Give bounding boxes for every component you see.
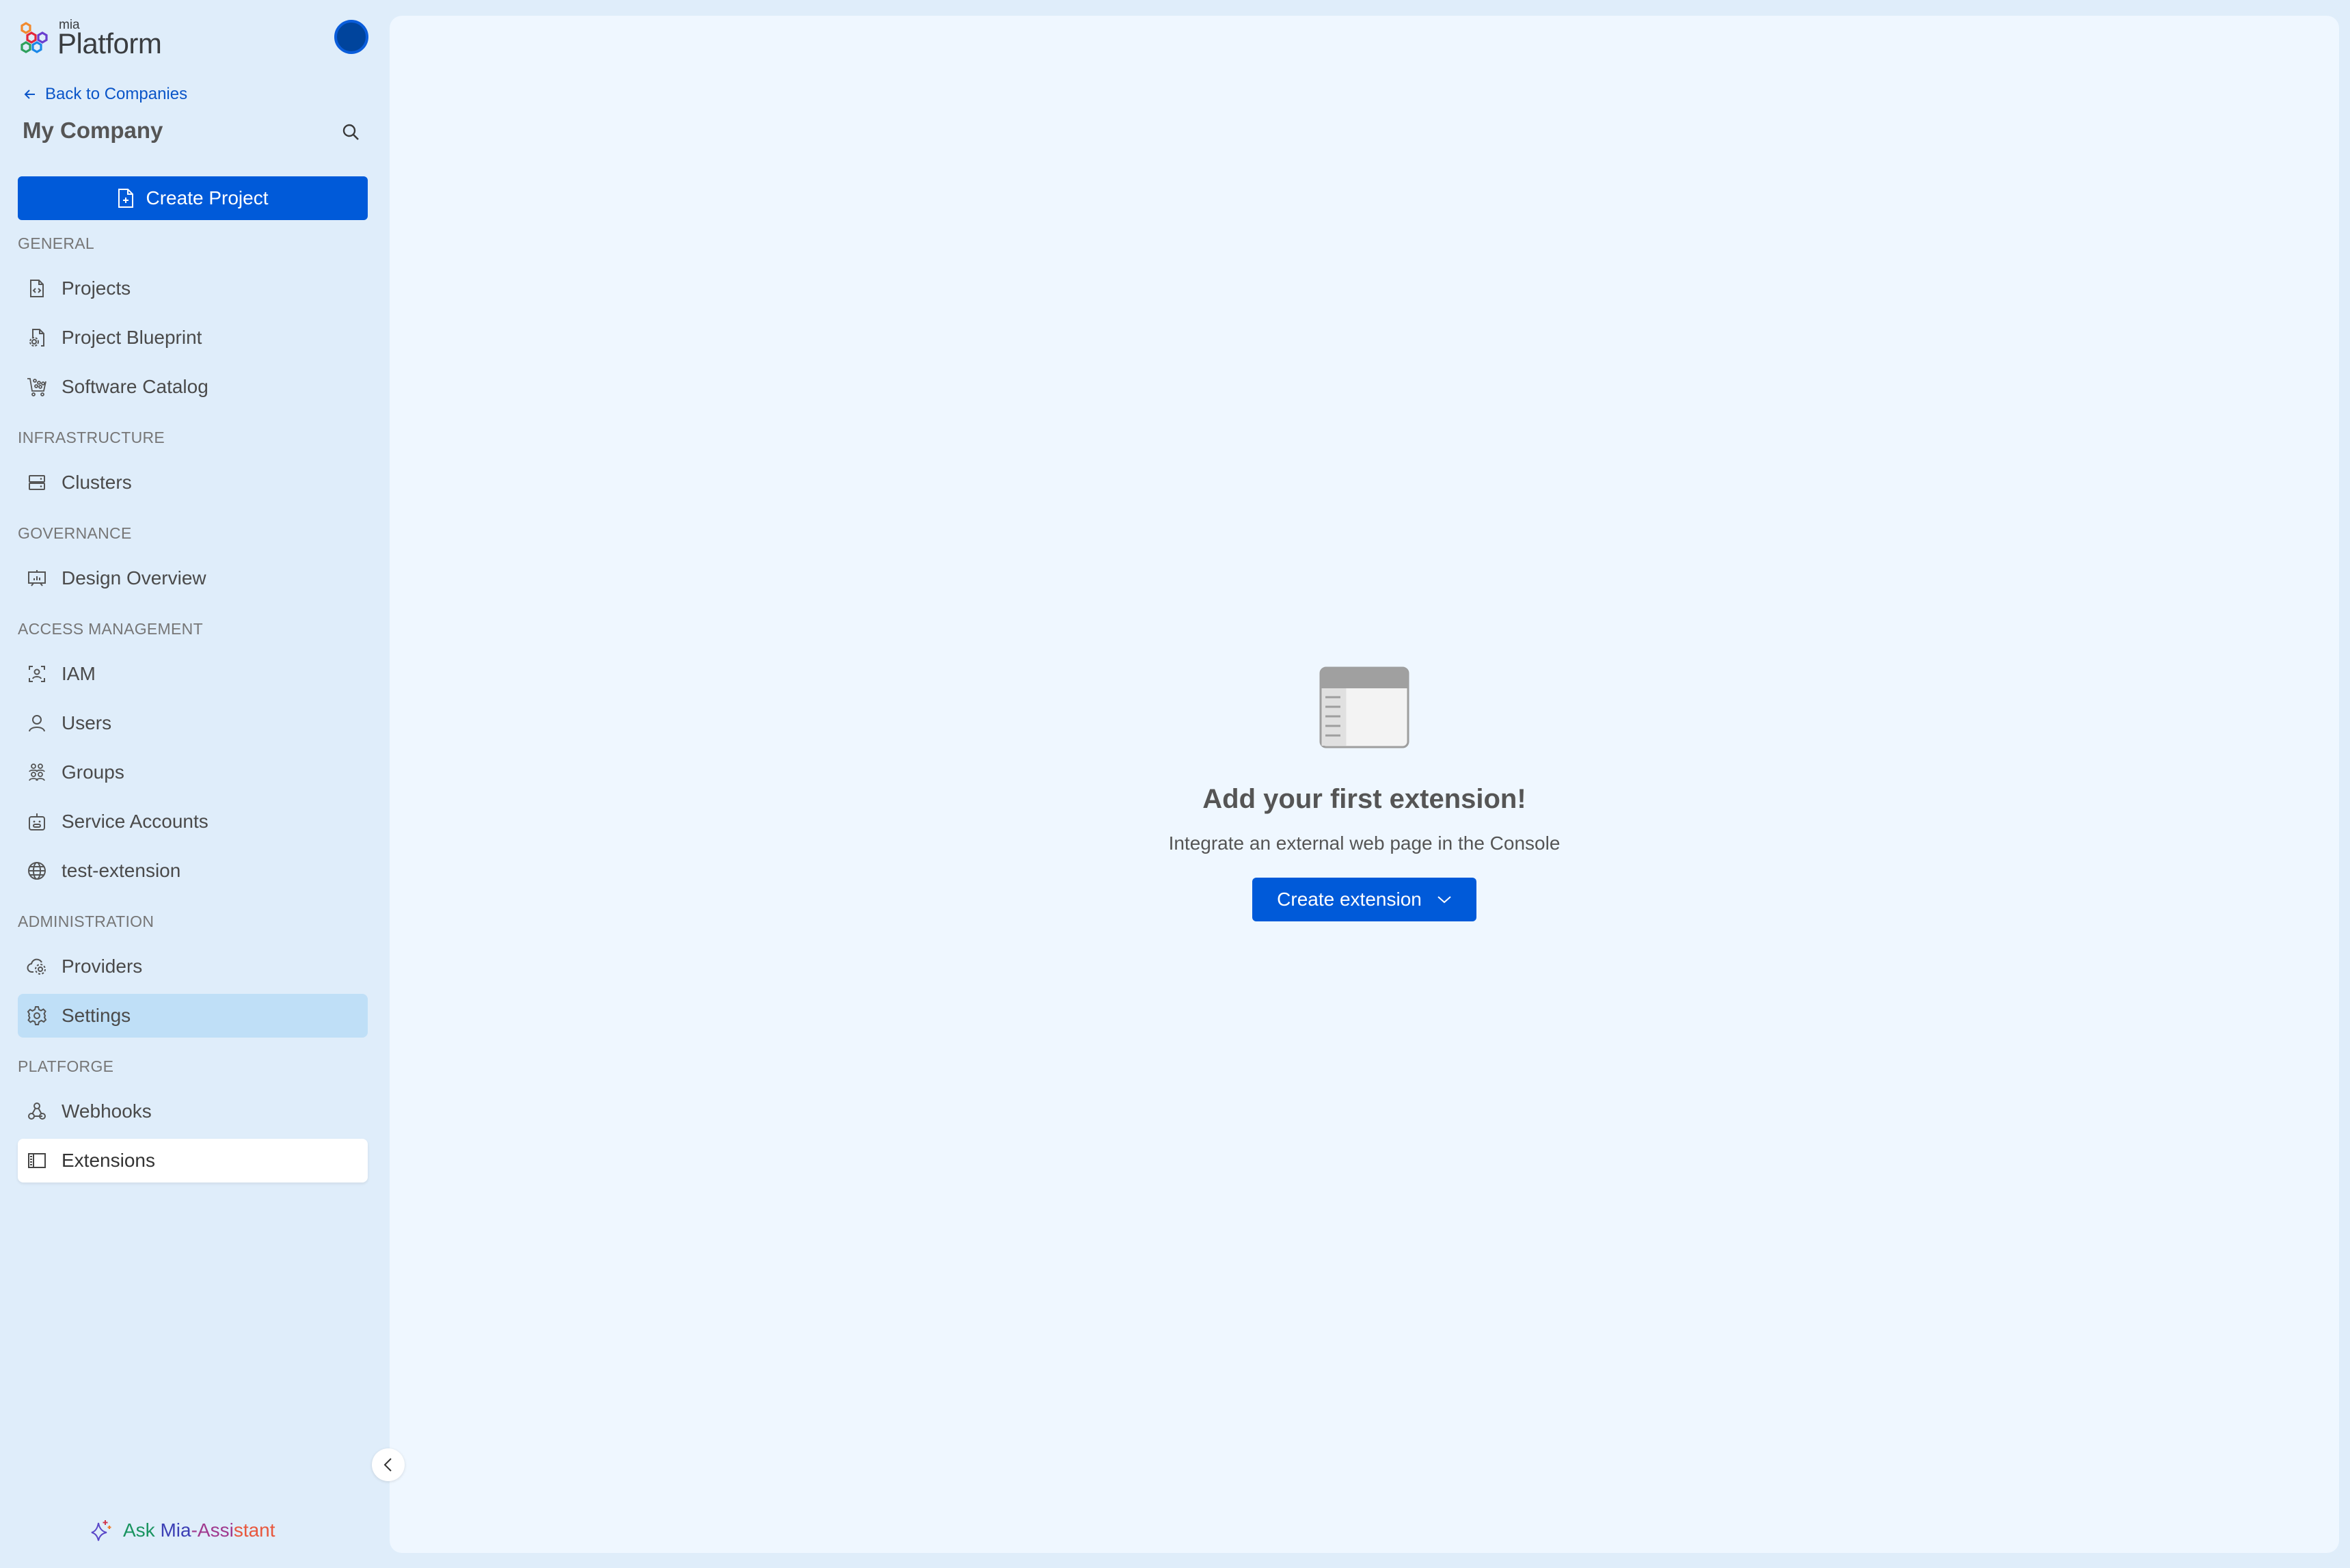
section-governance: GOVERNANCE	[18, 524, 132, 542]
sparkle-icon	[91, 1520, 111, 1541]
empty-state: Add your first extension! Integrate an e…	[390, 666, 2339, 921]
ask-mia-assistant-button[interactable]: Ask Mia-Assistant	[90, 1519, 275, 1542]
arrow-left-icon	[24, 90, 35, 99]
sidebar-item-label: Projects	[62, 278, 131, 299]
users-group-icon	[26, 761, 48, 783]
file-code-icon	[26, 278, 48, 299]
create-extension-button[interactable]: Create extension	[1252, 878, 1476, 921]
cloud-gear-icon	[26, 956, 48, 977]
section-access-management: ACCESS MANAGEMENT	[18, 620, 203, 638]
sidebar-item-projects[interactable]: Projects	[18, 267, 368, 310]
sidebar-item-webhooks[interactable]: Webhooks	[18, 1090, 368, 1133]
section-infrastructure: INFRASTRUCTURE	[18, 429, 165, 446]
back-to-companies-link[interactable]: Back to Companies	[23, 85, 187, 104]
section-administration: ADMINISTRATION	[18, 913, 154, 930]
sidebar-item-project-blueprint[interactable]: Project Blueprint	[18, 316, 368, 360]
assistant-label-part: -Assi	[191, 1519, 234, 1541]
gear-icon	[26, 1005, 48, 1027]
robot-icon	[26, 811, 48, 833]
server-icon	[26, 472, 48, 494]
assistant-label-part: Mia	[160, 1519, 191, 1541]
sidebar-item-providers[interactable]: Providers	[18, 945, 368, 988]
sidebar-item-label: Clusters	[62, 472, 132, 493]
file-plus-icon	[118, 189, 133, 208]
assistant-label-part: stant	[233, 1519, 275, 1541]
sidebar-item-label: Project Blueprint	[62, 327, 202, 348]
sidebar-item-label: Settings	[62, 1005, 131, 1026]
hexagon-logo-icon	[21, 22, 48, 53]
company-name: My Company	[23, 118, 163, 143]
chevron-left-icon	[383, 1458, 392, 1472]
sidebar-item-test-extension[interactable]: test-extension	[18, 849, 368, 893]
empty-state-title: Add your first extension!	[1202, 784, 1526, 814]
empty-state-subtitle: Integrate an external web page in the Co…	[1168, 833, 1561, 854]
sidebar-item-users[interactable]: Users	[18, 701, 368, 745]
sidebar-item-label: Users	[62, 712, 112, 733]
search-button[interactable]	[339, 120, 364, 145]
user-icon	[26, 712, 48, 734]
sidebar-item-label: Providers	[62, 956, 143, 977]
sidebar-item-groups[interactable]: Groups	[18, 751, 368, 794]
sidebar-item-settings[interactable]: Settings	[18, 994, 368, 1038]
sidebar-item-label: Groups	[62, 761, 124, 783]
webhook-icon	[26, 1100, 48, 1122]
layout-sidebar-icon	[26, 1150, 48, 1172]
sidebar-item-label: IAM	[62, 663, 96, 684]
logo-name: Platform	[57, 27, 162, 59]
cart-icon	[26, 376, 48, 398]
mia-platform-logo[interactable]: mia Platform	[21, 18, 162, 59]
sidebar-item-label: Service Accounts	[62, 811, 208, 832]
user-avatar[interactable]	[334, 20, 368, 54]
sidebar-item-service-accounts[interactable]: Service Accounts	[18, 800, 368, 843]
sidebar-item-label: Webhooks	[62, 1100, 152, 1122]
sidebar-item-label: Extensions	[62, 1150, 155, 1171]
chevron-down-icon	[1437, 896, 1451, 904]
search-icon	[342, 124, 359, 140]
create-project-button[interactable]: Create Project	[18, 176, 368, 220]
assistant-label-part: Ask	[123, 1519, 161, 1541]
user-scan-icon	[26, 663, 48, 685]
sidebar-item-iam[interactable]: IAM	[18, 652, 368, 696]
sidebar-item-label: Design Overview	[62, 567, 206, 589]
file-gear-icon	[26, 327, 48, 349]
sidebar-item-software-catalog[interactable]: Software Catalog	[18, 365, 368, 409]
create-extension-label: Create extension	[1277, 889, 1422, 910]
extension-placeholder-icon	[1319, 666, 1409, 748]
sidebar-item-clusters[interactable]: Clusters	[18, 461, 368, 504]
sidebar-item-label: test-extension	[62, 860, 181, 881]
globe-icon	[26, 860, 48, 882]
collapse-sidebar-button[interactable]	[372, 1448, 405, 1481]
section-platforge: PLATFORGE	[18, 1057, 114, 1075]
create-project-label: Create Project	[146, 187, 269, 208]
presentation-chart-icon	[26, 567, 48, 589]
sidebar: mia Platform Back to Companies My Compan…	[0, 0, 390, 1568]
main-content: Add your first extension! Integrate an e…	[390, 16, 2339, 1553]
sidebar-item-extensions[interactable]: Extensions	[18, 1139, 368, 1182]
sidebar-item-label: Software Catalog	[62, 376, 208, 397]
back-label: Back to Companies	[45, 85, 188, 103]
sidebar-item-design-overview[interactable]: Design Overview	[18, 556, 368, 600]
section-general: GENERAL	[18, 234, 95, 252]
